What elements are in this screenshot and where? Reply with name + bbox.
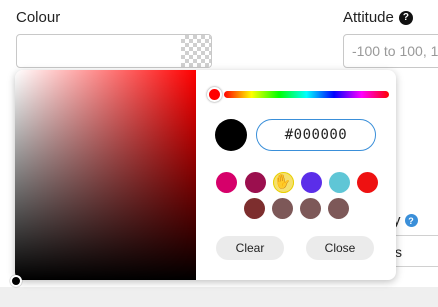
hue-slider-handle[interactable] (207, 87, 222, 102)
color-swatch[interactable] (329, 172, 350, 193)
close-button[interactable]: Close (306, 236, 374, 260)
attitude-input[interactable]: -100 to 100, 1 (343, 34, 438, 68)
hex-input[interactable] (256, 119, 376, 151)
colour-label: Colour (16, 9, 61, 26)
background-label: y ? (393, 212, 418, 229)
footer-band (0, 287, 438, 307)
help-icon[interactable]: ? (404, 214, 418, 227)
color-swatch[interactable] (328, 198, 349, 219)
color-swatch[interactable] (273, 172, 294, 193)
color-swatch[interactable] (244, 198, 265, 219)
color-swatch[interactable] (301, 172, 322, 193)
attitude-label: Attitude ? (343, 9, 413, 26)
colour-field[interactable] (16, 34, 212, 68)
color-swatch[interactable] (216, 172, 237, 193)
transparent-swatch-preview[interactable] (181, 35, 211, 67)
help-icon[interactable]: ? (398, 10, 413, 25)
saturation-value-handle[interactable] (10, 275, 22, 287)
hue-slider[interactable] (224, 91, 389, 98)
color-swatch[interactable] (357, 172, 378, 193)
color-swatch[interactable] (245, 172, 266, 193)
clear-button[interactable]: Clear (216, 236, 284, 260)
saturation-value-area[interactable] (15, 70, 196, 280)
attitude-label-text: Attitude (343, 9, 394, 26)
current-color-preview (215, 119, 247, 151)
color-picker-popup: ✋ Clear Close (15, 70, 396, 280)
color-swatch[interactable] (272, 198, 293, 219)
color-swatch[interactable] (300, 198, 321, 219)
